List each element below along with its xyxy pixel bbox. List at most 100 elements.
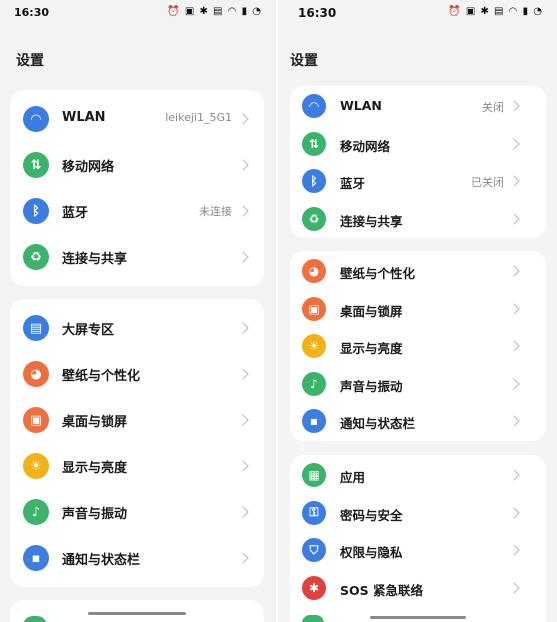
settings-row-label: 通知与状态栏 bbox=[340, 416, 416, 431]
key-icon: ⚿ bbox=[302, 500, 326, 525]
settings-row[interactable]: ⇅ 移动网络 bbox=[10, 142, 264, 188]
home-indicator[interactable] bbox=[88, 612, 186, 615]
settings-row-label: 蓝牙 bbox=[340, 176, 366, 191]
settings-row-label: 桌面与锁屏 bbox=[62, 415, 128, 430]
chevron-right-icon bbox=[508, 265, 520, 277]
image-icon: ▣ bbox=[302, 296, 326, 321]
chevron-right-icon bbox=[237, 251, 249, 263]
next-item-icon bbox=[302, 615, 324, 622]
image-icon: ▣ bbox=[23, 407, 49, 433]
settings-row[interactable]: ▦ 应用 bbox=[290, 456, 546, 494]
page-title: 设置 bbox=[16, 53, 44, 69]
chevron-right-icon bbox=[508, 377, 520, 390]
settings-row[interactable]: ☀ 显示与亮度 bbox=[290, 327, 546, 365]
chevron-right-icon bbox=[508, 100, 520, 112]
settings-row[interactable]: ♻ 连接与共享 bbox=[10, 234, 264, 280]
settings-row-value: 已关闭 bbox=[471, 176, 504, 189]
wifi-icon: ◠ bbox=[302, 94, 326, 118]
chevron-right-icon bbox=[237, 368, 249, 380]
home-indicator[interactable] bbox=[370, 616, 466, 619]
bluetooth-icon: ᛒ bbox=[302, 169, 326, 193]
chevron-right-icon bbox=[508, 175, 520, 187]
settings-row-label: 通知与状态栏 bbox=[62, 553, 141, 568]
apps-icon: ▦ bbox=[302, 463, 326, 487]
settings-row-label: 壁纸与个性化 bbox=[340, 266, 416, 281]
share-icon: ♻ bbox=[23, 244, 49, 270]
sun-icon: ☀ bbox=[23, 453, 49, 479]
status-time: 16:30 bbox=[14, 6, 50, 19]
chevron-right-icon bbox=[508, 581, 520, 594]
chevron-right-icon bbox=[508, 302, 520, 315]
settings-row[interactable]: ▪ 通知与状态栏 bbox=[10, 535, 264, 581]
settings-row-label: 密码与安全 bbox=[340, 507, 403, 523]
card-connectivity: ◠ WLAN 关闭 ⇅ 移动网络 ᛒ 蓝牙 已关闭 ♻ 连接与共享 bbox=[290, 86, 546, 238]
chevron-right-icon bbox=[508, 415, 520, 427]
settings-row[interactable]: ♪ 声音与振动 bbox=[10, 489, 264, 535]
settings-row[interactable]: ♪ 声音与振动 bbox=[290, 365, 546, 403]
settings-row[interactable]: ☀ 显示与亮度 bbox=[10, 443, 264, 489]
settings-row[interactable]: ◠ WLAN leikeji1_5G1 bbox=[10, 96, 264, 142]
settings-row-label: WLAN bbox=[62, 110, 106, 125]
chevron-right-icon bbox=[237, 414, 249, 426]
notification-icon: ▪ bbox=[23, 545, 49, 571]
settings-row-value: 关闭 bbox=[482, 101, 504, 114]
settings-row[interactable]: ⇅ 移动网络 bbox=[290, 125, 546, 163]
chevron-right-icon bbox=[508, 137, 520, 150]
status-bar: 16:30 ⏰ ▣ ✱ ▤ ◠ ▮ ◔ bbox=[0, 6, 276, 22]
apps-icon bbox=[23, 616, 47, 622]
settings-row-label: 蓝牙 bbox=[62, 206, 89, 221]
settings-row[interactable]: ◕ 壁纸与个性化 bbox=[290, 252, 546, 290]
chevron-right-icon bbox=[508, 506, 520, 519]
settings-row-label: 移动网络 bbox=[340, 138, 391, 154]
settings-row-label: 连接与共享 bbox=[62, 252, 128, 267]
settings-row-label: 移动网络 bbox=[62, 160, 115, 175]
settings-row[interactable]: ⛉ 权限与隐私 bbox=[290, 531, 546, 569]
settings-row[interactable]: ♻ 连接与共享 bbox=[290, 200, 546, 238]
settings-row[interactable]: ▣ 桌面与锁屏 bbox=[10, 397, 264, 443]
wifi-icon: ◠ bbox=[23, 106, 49, 132]
settings-row-label: 显示与亮度 bbox=[340, 341, 403, 356]
mobile-data-icon: ⇅ bbox=[302, 131, 326, 156]
palette-icon: ◕ bbox=[302, 259, 326, 283]
settings-row-label: 声音与振动 bbox=[62, 507, 128, 522]
settings-row[interactable]: ✱ SOS 紧急联络 bbox=[290, 569, 546, 607]
settings-row[interactable]: ▪ 通知与状态栏 bbox=[290, 402, 546, 440]
settings-row[interactable]: ᛒ 蓝牙 未连接 bbox=[10, 188, 264, 234]
chevron-right-icon bbox=[508, 212, 520, 225]
settings-row-label: 权限与隐私 bbox=[340, 545, 403, 560]
settings-row[interactable]: ◕ 壁纸与个性化 bbox=[10, 351, 264, 397]
large-screen-icon: ▤ bbox=[23, 315, 49, 341]
settings-row[interactable]: ▤ 大屏专区 bbox=[10, 305, 264, 351]
settings-row-label: 桌面与锁屏 bbox=[340, 303, 403, 319]
card-next-peek bbox=[10, 600, 264, 622]
sos-icon: ✱ bbox=[302, 575, 326, 600]
settings-row-label: 声音与振动 bbox=[340, 378, 403, 394]
chevron-right-icon bbox=[237, 506, 249, 518]
status-time: 16:30 bbox=[298, 6, 337, 20]
settings-row-label: 连接与共享 bbox=[340, 213, 403, 229]
bell-icon: ♪ bbox=[23, 499, 49, 525]
card-connectivity: ◠ WLAN leikeji1_5G1 ⇅ 移动网络 ᛒ 蓝牙 未连接 ♻ 连接与共享 bbox=[10, 90, 264, 286]
status-bar: 16:30 ⏰ ▣ ✱ ▤ ◠ ▮ ◔ bbox=[278, 6, 557, 22]
settings-screen-left: 16:30 ⏰ ▣ ✱ ▤ ◠ ▮ ◔ 设置 ◠ WLAN leikeji1_5G1… bbox=[0, 0, 276, 622]
settings-row-label: 大屏专区 bbox=[62, 323, 115, 338]
settings-row[interactable]: ◠ WLAN 关闭 bbox=[290, 87, 546, 125]
settings-row[interactable]: ⚿ 密码与安全 bbox=[290, 494, 546, 532]
settings-row-value: leikeji1_5G1 bbox=[165, 111, 232, 124]
settings-screen-right: 16:30 ⏰ ▣ ✱ ▤ ◠ ▮ ◔ 设置 ◠ WLAN 关闭 ⇅ 移动网络 ᛒ 蓝牙 已关… bbox=[278, 0, 557, 622]
bell-icon: ♪ bbox=[302, 371, 326, 396]
settings-row-label: SOS 紧急联络 bbox=[340, 582, 423, 598]
notification-icon: ▪ bbox=[302, 409, 326, 433]
chevron-right-icon bbox=[508, 340, 520, 352]
settings-row-label: WLAN bbox=[340, 98, 382, 113]
settings-row[interactable]: ▣ 桌面与锁屏 bbox=[290, 290, 546, 328]
chevron-right-icon bbox=[237, 322, 249, 334]
sun-icon: ☀ bbox=[302, 334, 326, 358]
palette-icon: ◕ bbox=[23, 361, 49, 387]
mobile-data-icon: ⇅ bbox=[23, 152, 49, 178]
settings-row[interactable]: ᛒ 蓝牙 已关闭 bbox=[290, 162, 546, 200]
page-title: 设置 bbox=[290, 53, 318, 69]
settings-row-value: 未连接 bbox=[199, 205, 232, 218]
chevron-right-icon bbox=[237, 552, 249, 564]
chevron-right-icon bbox=[237, 159, 249, 171]
